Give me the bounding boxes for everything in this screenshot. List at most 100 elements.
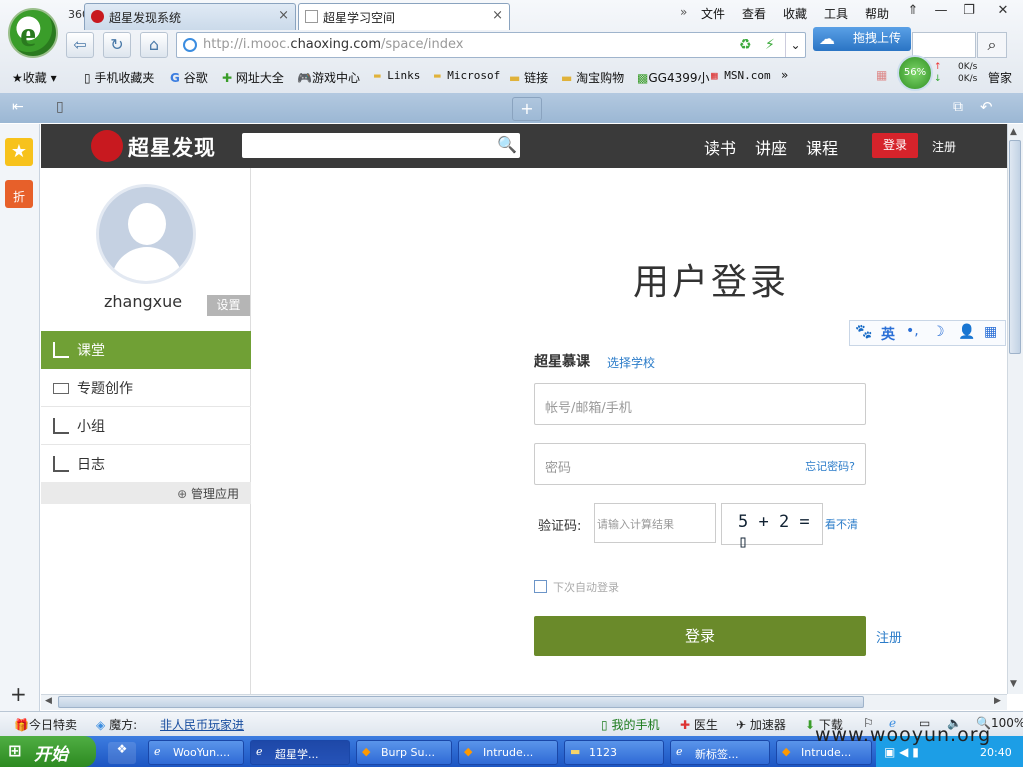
punctuation-icon[interactable]: •, xyxy=(906,323,919,339)
address-bar[interactable]: http://i.mooc.chaoxing.com/space/index ♻… xyxy=(176,32,806,58)
manage-apps-link[interactable]: ⊕ 管理应用 xyxy=(41,482,251,504)
tray-network-icon[interactable]: ▣ ◀ ▮ xyxy=(884,745,919,759)
login-submit-button[interactable]: 登录 xyxy=(534,616,866,656)
site-search-input[interactable] xyxy=(242,133,520,158)
new-tab-button[interactable]: + xyxy=(512,97,542,121)
menu-file[interactable]: 文件 xyxy=(701,5,725,22)
task-burp[interactable]: ◆ Burp Su... xyxy=(356,740,452,765)
today-deals-link[interactable]: 🎁今日特卖 xyxy=(14,716,77,733)
sidebar-item-classroom[interactable]: 课堂 xyxy=(41,331,251,369)
recycle-icon[interactable]: ♻ xyxy=(739,37,752,53)
bookmark-links-cn[interactable]: ▬ 链接 xyxy=(509,69,548,86)
browser-search-input[interactable] xyxy=(912,32,976,58)
close-tab-icon[interactable]: × xyxy=(278,8,289,23)
forgot-password-link[interactable]: 忘记密码? xyxy=(805,458,855,474)
home-button[interactable]: ⌂ xyxy=(140,32,168,58)
captcha-input[interactable]: 请输入计算结果 xyxy=(594,503,716,543)
auto-login-label[interactable]: 下次自动登录 xyxy=(553,579,619,595)
accelerator-link[interactable]: ✈ 加速器 xyxy=(736,716,786,733)
bookmark-links[interactable]: ▬ Links xyxy=(374,69,420,82)
my-phone-link[interactable]: ▯ 我的手机 xyxy=(601,716,659,733)
horizontal-scroll-thumb[interactable] xyxy=(58,696,864,708)
restore-button[interactable]: ❐ xyxy=(957,3,981,21)
header-login-button[interactable]: 登录 xyxy=(872,133,918,158)
app-grid-icon[interactable]: ▦ xyxy=(876,68,887,82)
nav-lectures[interactable]: 讲座 xyxy=(755,135,787,159)
site-name[interactable]: 超星发现 xyxy=(128,132,216,162)
bookmark-msn[interactable]: ▦ MSN.com xyxy=(711,69,771,82)
manager-link[interactable]: 管家 xyxy=(988,69,1012,86)
sidebar-item-group[interactable]: 小组 xyxy=(41,407,251,445)
captcha-refresh-link[interactable]: 看不清 xyxy=(825,516,858,532)
task-wooyun[interactable]: ℯ WooYun.... xyxy=(148,740,244,765)
moon-icon[interactable]: ☽ xyxy=(932,324,945,340)
lightning-icon[interactable]: ⚡ xyxy=(765,37,775,53)
menu-collapse-icon[interactable]: » xyxy=(680,5,687,19)
restore-tab-icon[interactable]: ⧉ xyxy=(953,99,963,115)
menu-help[interactable]: 帮助 xyxy=(865,5,889,22)
task-intruder-1[interactable]: ◆ Intrude... xyxy=(458,740,558,765)
add-sidebar-icon[interactable]: + xyxy=(10,682,27,706)
bookmark-microsoft[interactable]: ▬ Microsof xyxy=(434,69,500,82)
bookmark-gg4399[interactable]: ▩GG4399小 xyxy=(637,69,709,86)
task-folder-1123[interactable]: ▬ 1123 xyxy=(564,740,664,765)
ime-english-toggle[interactable]: 英 xyxy=(881,324,895,344)
scroll-down-icon[interactable]: ▼ xyxy=(1010,679,1017,689)
header-register-link[interactable]: 注册 xyxy=(932,138,956,155)
settings-button[interactable]: 设置 xyxy=(207,295,250,316)
network-speed-ball[interactable]: 56% xyxy=(897,55,933,91)
skin-icon[interactable]: ⇑ xyxy=(901,3,925,21)
avatar[interactable] xyxy=(96,184,196,284)
magic-cube-link[interactable]: 非人民币玩家进 xyxy=(160,716,244,733)
scroll-up-icon[interactable]: ▲ xyxy=(1010,127,1017,137)
tab-list-icon[interactable]: ▯ xyxy=(56,99,64,115)
sidebar-item-topic[interactable]: 专题创作 xyxy=(41,369,251,407)
bookmark-sites[interactable]: ✚ 网址大全 xyxy=(222,69,284,86)
quicklaunch-icon[interactable]: ❖ xyxy=(108,742,136,764)
back-button[interactable]: ⇦ xyxy=(66,32,94,58)
paw-icon[interactable]: 🐾 xyxy=(855,324,872,340)
tab-chaoxing-space[interactable]: 超星学习空间 × xyxy=(298,3,510,30)
close-tab-icon[interactable]: × xyxy=(492,8,503,23)
sidebar-toggle-icon[interactable]: ⇤ xyxy=(12,99,24,115)
password-input[interactable]: 密码 忘记密码? xyxy=(534,443,866,485)
cloud-upload-button[interactable]: ☁ 拖拽上传 xyxy=(813,27,911,51)
grid-icon[interactable]: ▦ xyxy=(984,324,997,340)
task-new-tab[interactable]: ℯ 新标签... xyxy=(670,740,770,765)
scroll-left-icon[interactable]: ◀ xyxy=(45,696,52,706)
undo-close-icon[interactable]: ↶ xyxy=(980,98,993,116)
bookmark-games[interactable]: 🎮游戏中心 xyxy=(297,69,360,86)
menu-tools[interactable]: 工具 xyxy=(824,5,848,22)
menu-view[interactable]: 查看 xyxy=(742,5,766,22)
bookmark-favorites[interactable]: ★收藏 ▾ xyxy=(12,69,57,86)
address-dropdown-icon[interactable]: ⌄ xyxy=(785,33,805,57)
start-button[interactable]: ⊞ 开始 xyxy=(0,736,96,767)
bookmarks-more-icon[interactable]: » xyxy=(781,68,788,82)
bookmark-mobile[interactable]: ▯ 手机收藏夹 xyxy=(84,69,154,86)
bookmark-google[interactable]: G 谷歌 xyxy=(170,69,208,86)
nav-reading[interactable]: 读书 xyxy=(704,135,736,159)
choose-school-link[interactable]: 选择学校 xyxy=(607,354,655,371)
doctor-link[interactable]: ✚ 医生 xyxy=(680,716,718,733)
search-icon[interactable]: ⌕ xyxy=(977,32,1007,58)
vertical-scroll-thumb[interactable] xyxy=(1009,140,1021,354)
nav-courses[interactable]: 课程 xyxy=(806,135,838,159)
search-icon[interactable]: 🔍 xyxy=(497,135,517,154)
menu-favorites[interactable]: 收藏 xyxy=(783,5,807,22)
user-icon[interactable]: 👤 xyxy=(958,324,975,340)
account-input[interactable]: 帐号/邮箱/手机 xyxy=(534,383,866,425)
star-icon[interactable]: ★ xyxy=(5,138,33,166)
sidebar-item-blog[interactable]: 日志 xyxy=(41,445,251,483)
register-link[interactable]: 注册 xyxy=(876,627,902,646)
bookmark-taobao[interactable]: ▬ 淘宝购物 xyxy=(561,69,624,86)
captcha-image[interactable]: 5 + 2 = ▯ xyxy=(721,503,823,552)
auto-login-checkbox[interactable] xyxy=(534,580,547,593)
refresh-button[interactable]: ↻ xyxy=(103,32,131,58)
discount-icon[interactable]: 折 xyxy=(5,180,33,208)
chaoxing-logo-icon[interactable] xyxy=(91,130,123,162)
minimize-button[interactable]: — xyxy=(929,3,953,21)
scroll-right-icon[interactable]: ▶ xyxy=(994,696,1001,706)
close-window-button[interactable]: ✕ xyxy=(991,3,1015,21)
task-chaoxing[interactable]: ℯ 超星学... xyxy=(250,740,350,765)
tab-chaoxing-discovery[interactable]: 超星发现系统 × xyxy=(84,3,296,30)
